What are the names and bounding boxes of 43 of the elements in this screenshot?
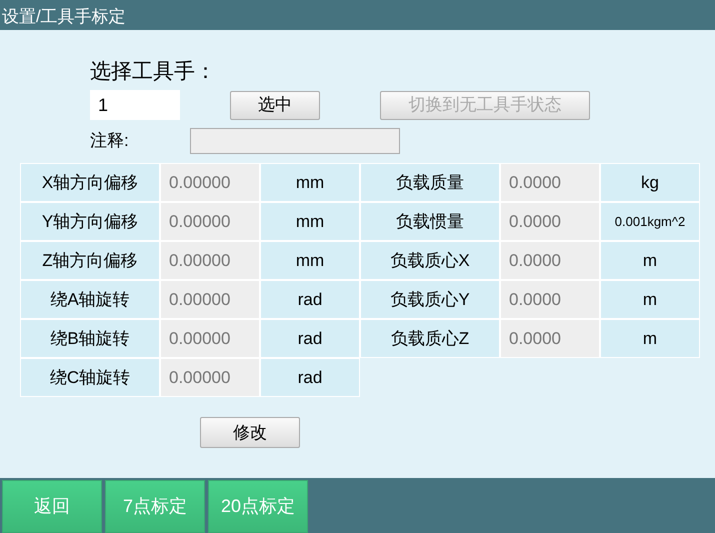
- parameter-value[interactable]: 0.00000: [160, 280, 260, 319]
- parameter-label: X轴方向偏移: [20, 163, 160, 202]
- select-button[interactable]: 选中: [230, 90, 320, 120]
- parameter-value[interactable]: 0.0000: [500, 163, 600, 202]
- comment-input[interactable]: [190, 128, 400, 154]
- parameter-value[interactable]: 0.0000: [500, 241, 600, 280]
- parameter-label: 绕A轴旋转: [20, 280, 160, 319]
- unit-label: 0.001kgm^2: [600, 202, 700, 241]
- nav-button[interactable]: 7点标定: [105, 480, 205, 533]
- nav-button[interactable]: 20点标定: [208, 480, 308, 533]
- comment-label: 注释:: [90, 130, 130, 152]
- parameter-label: 负载质量: [360, 163, 500, 202]
- unit-label: kg: [600, 163, 700, 202]
- unit-label: mm: [260, 241, 360, 280]
- unit-label: rad: [260, 358, 360, 397]
- parameter-value[interactable]: 0.0000: [500, 202, 600, 241]
- parameter-label: 负载质心X: [360, 241, 500, 280]
- select-tool-label: 选择工具手：: [90, 58, 216, 84]
- modify-button[interactable]: 修改: [200, 417, 300, 448]
- nav-button[interactable]: 返回: [2, 480, 102, 533]
- unit-label: mm: [260, 163, 360, 202]
- parameter-value[interactable]: 0.00000: [160, 202, 260, 241]
- parameter-label: 负载惯量: [360, 202, 500, 241]
- parameter-label: Y轴方向偏移: [20, 202, 160, 241]
- unit-label: rad: [260, 319, 360, 358]
- parameter-label: Z轴方向偏移: [20, 241, 160, 280]
- parameter-value[interactable]: 0.00000: [160, 319, 260, 358]
- unit-label: m: [600, 319, 700, 358]
- tool-number-input[interactable]: 1: [90, 90, 180, 120]
- parameter-label: 绕C轴旋转: [20, 358, 160, 397]
- unit-label: m: [600, 241, 700, 280]
- parameter-value[interactable]: 0.00000: [160, 241, 260, 280]
- parameter-value[interactable]: 0.00000: [160, 358, 260, 397]
- parameter-label: 绕B轴旋转: [20, 319, 160, 358]
- parameter-value[interactable]: 0.00000: [160, 163, 260, 202]
- unit-label: mm: [260, 202, 360, 241]
- parameter-value[interactable]: 0.0000: [500, 280, 600, 319]
- parameter-label: 负载质心Y: [360, 280, 500, 319]
- unit-label: rad: [260, 280, 360, 319]
- unit-label: m: [600, 280, 700, 319]
- parameter-value[interactable]: 0.0000: [500, 319, 600, 358]
- parameter-label: 负载质心Z: [360, 319, 500, 358]
- title-bar: 设置/工具手标定: [0, 0, 715, 30]
